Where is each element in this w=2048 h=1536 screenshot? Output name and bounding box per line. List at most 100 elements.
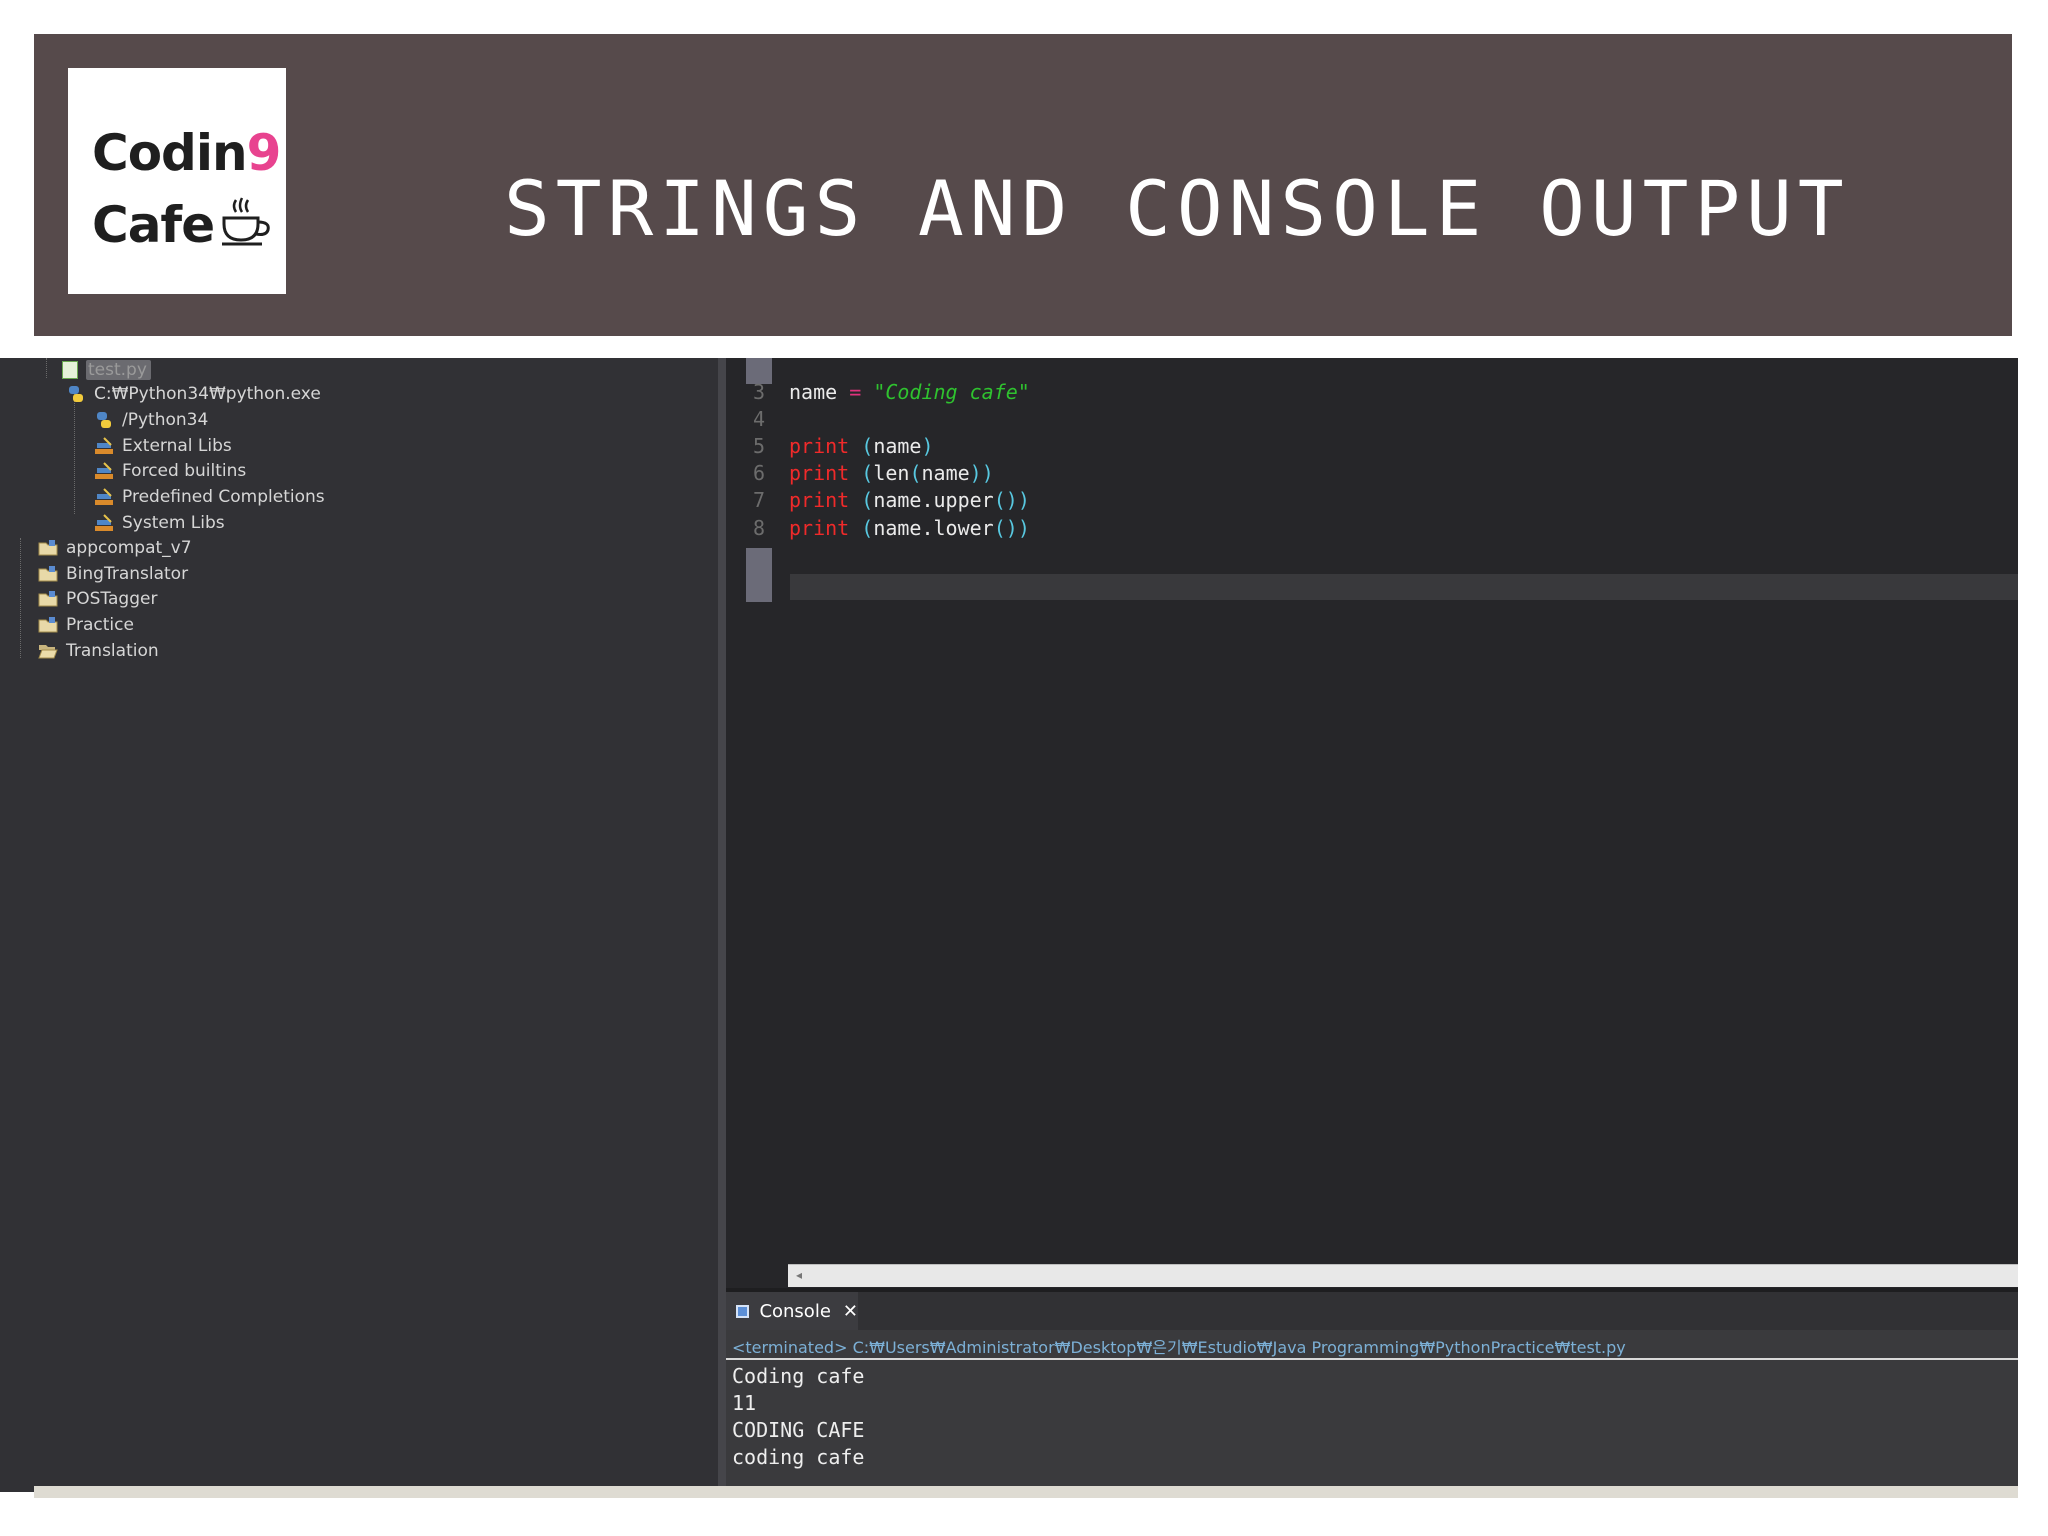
tree-item-label: Practice: [66, 615, 134, 635]
console-divider: [726, 1358, 2018, 1360]
tree-item-label: External Libs: [122, 436, 232, 456]
tree-item-label: test.py: [86, 360, 151, 380]
tree-item-label: POSTagger: [66, 589, 158, 609]
slide-title: STRINGS AND CONSOLE OUTPUT: [504, 164, 1850, 253]
code-token: name.lower: [873, 515, 994, 540]
slide-bottom-edge: [34, 1486, 2018, 1498]
tree-item-external-libs[interactable]: External Libs: [94, 434, 232, 458]
project-folder-icon: [38, 566, 58, 582]
code-token: name: [873, 433, 922, 458]
code-token: (: [909, 461, 922, 486]
tree-item-label: Translation: [66, 641, 159, 661]
project-folder-icon: [38, 617, 58, 633]
code-token: name: [789, 379, 838, 404]
code-token: ()): [993, 488, 1030, 513]
line-number: 7: [752, 488, 766, 513]
code-line[interactable]: 8 print (name.lower()): [746, 514, 1030, 541]
line-number: 8: [752, 515, 766, 540]
code-token: len: [873, 461, 910, 486]
library-icon: [95, 462, 113, 479]
tree-item-label: appcompat_v7: [66, 538, 192, 558]
code-line[interactable]: 3 name = "Coding cafe": [746, 378, 1030, 405]
open-folder-icon: [38, 645, 58, 659]
code-token: (: [861, 433, 874, 458]
tree-item-python34[interactable]: /Python34: [94, 408, 208, 432]
current-line-highlight: [790, 574, 2018, 600]
code-token: print: [789, 461, 850, 486]
title-banner: Codin9 Cafe STRINGS AND CONSOLE OUTPUT: [34, 34, 2012, 336]
close-icon[interactable]: ✕: [843, 1301, 858, 1322]
console-icon: [736, 1304, 750, 1318]
tree-item-test-py[interactable]: test.py: [62, 358, 151, 382]
tree-item-label: Predefined Completions: [122, 487, 325, 507]
scroll-left-arrow-icon[interactable]: ◂: [796, 1268, 802, 1282]
tree-item-predefined-completions[interactable]: Predefined Completions: [94, 485, 325, 509]
code-token: ): [921, 433, 934, 458]
line-number: 6: [752, 461, 766, 486]
horizontal-scrollbar[interactable]: ◂: [788, 1264, 2018, 1287]
pane-splitter[interactable]: [718, 358, 726, 1492]
tab-console[interactable]: Console ✕: [726, 1292, 858, 1330]
ide-window: test.py C:₩Python34₩python.exe /Python34…: [0, 358, 2018, 1496]
tree-item-practice[interactable]: Practice: [38, 613, 134, 637]
code-token: print: [789, 515, 850, 540]
tree-guide: [74, 394, 75, 514]
code-token: ()): [993, 515, 1030, 540]
console-output-line: Coding cafe: [732, 1364, 865, 1388]
gutter-marker: [746, 548, 772, 602]
tree-item-label: /Python34: [122, 410, 209, 430]
console-output-line: coding cafe: [732, 1445, 865, 1469]
tree-item-label: C:₩Python34₩python.exe: [94, 384, 321, 404]
python-file-icon: [62, 361, 78, 379]
code-line[interactable]: 7 print (name.upper()): [746, 487, 1030, 514]
code-line[interactable]: 6 print (len(name)): [746, 460, 994, 487]
code-token: (: [861, 515, 874, 540]
tree-item-label: Forced builtins: [122, 461, 247, 481]
tree-item-postagger[interactable]: POSTagger: [38, 587, 157, 611]
tree-item-appcompat-v7[interactable]: appcompat_v7: [38, 536, 192, 560]
tree-guide: [46, 358, 47, 378]
library-icon: [95, 437, 113, 454]
project-folder-icon: [38, 591, 58, 607]
code-token: name.upper: [873, 488, 994, 513]
code-token: )): [969, 461, 994, 486]
code-editor[interactable]: 3 name = "Coding cafe" 4 5 print (name) 6 prin…: [726, 358, 2018, 1288]
python-interpreter-icon: [69, 386, 83, 402]
code-token: (: [861, 461, 874, 486]
library-icon: [95, 488, 113, 505]
line-number: 5: [752, 433, 766, 458]
tree-item-label: BingTranslator: [66, 564, 189, 584]
line-number: 4: [752, 406, 766, 431]
project-folder-icon: [38, 540, 58, 556]
code-token: =: [849, 379, 862, 404]
code-token: (: [861, 488, 874, 513]
library-icon: [95, 514, 113, 531]
console-panel: Console ✕ <terminated> C:₩Users₩Administ…: [726, 1288, 2018, 1496]
tree-item-python-exe[interactable]: C:₩Python34₩python.exe: [66, 382, 321, 406]
tree-guide: [20, 538, 21, 658]
code-token: print: [789, 488, 850, 513]
code-token: print: [789, 433, 850, 458]
code-line[interactable]: 4: [746, 405, 789, 432]
console-output-line: 11: [732, 1391, 757, 1415]
tree-item-forced-builtins[interactable]: Forced builtins: [94, 459, 246, 483]
code-token: name: [921, 461, 970, 486]
code-line[interactable]: 5 print (name): [746, 432, 934, 459]
tree-item-bingtranslator[interactable]: BingTranslator: [38, 562, 188, 586]
console-tab-label: Console: [759, 1300, 831, 1322]
line-number: 3: [752, 379, 766, 404]
tree-item-label: System Libs: [122, 513, 225, 533]
code-token: "Coding cafe": [873, 379, 1030, 404]
console-tab-bar: Console ✕: [726, 1292, 2018, 1330]
tree-item-system-libs[interactable]: System Libs: [94, 511, 225, 535]
console-terminated-path: <terminated> C:₩Users₩Administrator₩Desk…: [732, 1338, 1626, 1357]
tree-item-translation[interactable]: Translation: [38, 639, 159, 663]
console-output-line: CODING CAFE: [732, 1418, 865, 1442]
project-explorer: test.py C:₩Python34₩python.exe /Python34…: [0, 358, 718, 1492]
